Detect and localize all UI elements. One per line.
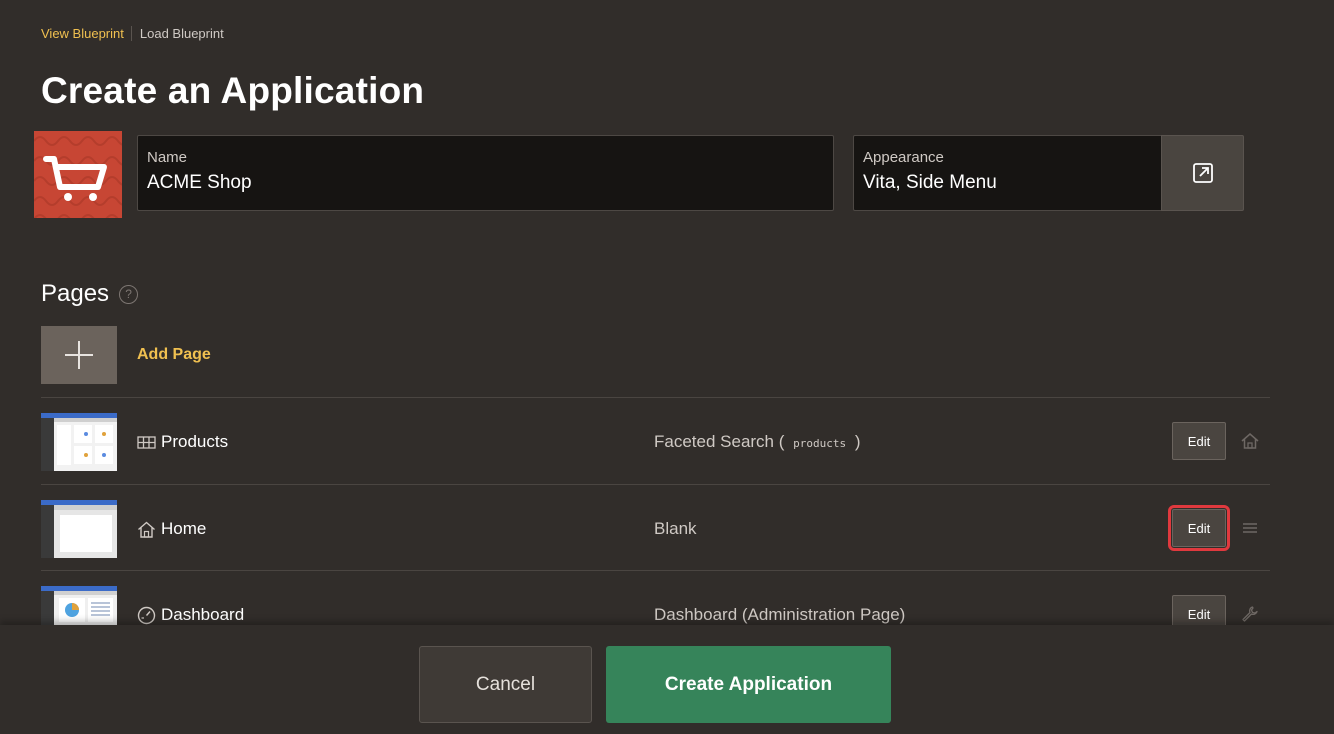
appearance-field[interactable]: Appearance Vita, Side Menu [853, 135, 1162, 211]
create-application-button[interactable]: Create Application [606, 646, 891, 723]
name-field-label: Name [147, 149, 188, 166]
page-name: Home [137, 519, 206, 539]
breadcrumb: View Blueprint Load Blueprint [41, 26, 224, 41]
page-type: Faceted Search ( products ) [654, 432, 861, 452]
page-thumbnail [41, 413, 117, 471]
footer-actions: Cancel Create Application [0, 625, 1334, 734]
edit-button[interactable]: Edit [1168, 505, 1230, 551]
pages-section-title: Pages ? [41, 280, 139, 308]
load-blueprint-link[interactable]: Load Blueprint [132, 26, 224, 41]
home-icon [137, 520, 156, 539]
drag-handle-icon[interactable] [1240, 518, 1260, 538]
cancel-button[interactable]: Cancel [419, 646, 592, 723]
page-name-label: Dashboard [161, 605, 245, 624]
cart-icon [34, 136, 122, 218]
page-type-label: Faceted Search ( [654, 432, 785, 451]
page-type: Dashboard (Administration Page) [654, 605, 906, 624]
name-field-value[interactable]: ACME Shop [147, 172, 824, 194]
grid-icon [137, 433, 156, 452]
open-dialog-icon [1192, 163, 1213, 183]
app-icon-picker[interactable] [34, 131, 122, 218]
home-icon[interactable] [1240, 431, 1260, 451]
wrench-icon[interactable] [1240, 604, 1260, 624]
pages-title: Pages [41, 280, 110, 307]
page-name: Dashboard [137, 605, 244, 625]
page-type: Blank [654, 519, 697, 538]
page-title: Create an Application [41, 70, 425, 111]
page-source: products [793, 437, 847, 450]
page-row-products: Products Faceted Search ( products ) Edi… [41, 398, 1270, 484]
appearance-field-value: Vita, Side Menu [863, 172, 997, 193]
add-page-link[interactable]: Add Page [137, 346, 211, 364]
page-type-close: ) [854, 432, 861, 451]
appearance-edit-button[interactable] [1161, 135, 1244, 211]
name-field[interactable]: Name ACME Shop [137, 135, 834, 211]
page-row-home: Home Blank Edit [41, 485, 1270, 571]
page-name: Products [137, 432, 228, 452]
view-blueprint-link[interactable]: View Blueprint [41, 26, 132, 41]
appearance-field-label: Appearance [863, 149, 944, 166]
page-name-label: Home [161, 519, 207, 538]
gauge-icon [137, 606, 156, 625]
page-name-label: Products [161, 432, 229, 451]
edit-button[interactable]: Edit [1172, 422, 1226, 460]
plus-icon [65, 341, 93, 369]
add-page-button[interactable] [41, 326, 117, 384]
help-icon[interactable]: ? [119, 284, 139, 304]
page-thumbnail [41, 500, 117, 558]
